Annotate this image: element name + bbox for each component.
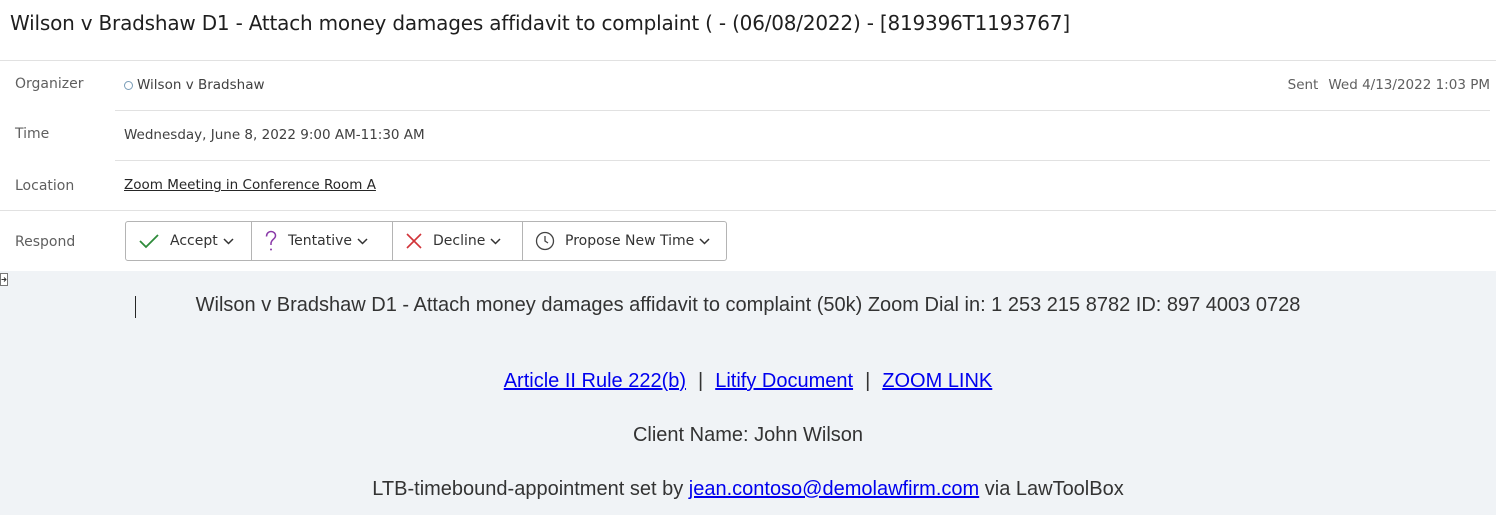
time-value: Wednesday, June 8, 2022 9:00 AM-11:30 AM — [124, 127, 425, 143]
propose-new-time-button[interactable]: Propose New Time — [523, 222, 726, 260]
ltb-line: LTB-timebound-appointment set by jean.co… — [0, 478, 1496, 501]
accept-label: Accept — [170, 233, 218, 249]
divider — [115, 110, 1490, 111]
ltb-suffix: via LawToolBox — [984, 478, 1124, 500]
chevron-down-icon — [357, 237, 368, 245]
link-separator: | — [698, 370, 704, 392]
links-line: Article II Rule 222(b) | Litify Document | Z… — [0, 370, 1496, 393]
sent-label: Sent — [1287, 77, 1319, 93]
anchor-icon — [0, 273, 8, 286]
divider — [0, 60, 1496, 61]
presence-icon — [124, 80, 133, 90]
organizer-label: Organizer — [15, 76, 84, 92]
meeting-subject: Wilson v Bradshaw D1 - Attach money dama… — [10, 11, 1070, 35]
chevron-down-icon — [223, 237, 234, 245]
respond-label: Respond — [15, 234, 76, 250]
body-line-1: Wilson v Bradshaw D1 - Attach money dama… — [195, 294, 1301, 316]
article-rule-link[interactable]: Article II Rule 222(b) — [504, 370, 686, 392]
accept-button[interactable]: Accept — [126, 222, 252, 260]
zoom-link[interactable]: ZOOM LINK — [882, 370, 992, 392]
ltb-prefix: LTB-timebound-appointment set by — [372, 478, 684, 500]
sent-value: Wed 4/13/2022 1:03 PM — [1328, 77, 1490, 93]
tentative-button[interactable]: Tentative — [252, 222, 393, 260]
link-separator: | — [865, 370, 871, 392]
client-name: Client Name: John Wilson — [632, 424, 864, 446]
decline-label: Decline — [433, 233, 486, 249]
check-icon — [139, 234, 159, 249]
divider — [0, 210, 1496, 211]
organizer-name: Wilson v Bradshaw — [137, 77, 265, 93]
litify-document-link[interactable]: Litify Document — [715, 370, 853, 392]
chevron-down-icon — [699, 237, 710, 245]
time-label: Time — [15, 126, 50, 142]
organizer[interactable]: Wilson v Bradshaw — [124, 77, 265, 93]
x-icon — [406, 233, 422, 249]
clock-icon — [535, 231, 555, 251]
question-icon — [265, 230, 277, 251]
sent-info: Sent Wed 4/13/2022 1:03 PM — [1288, 77, 1490, 93]
divider — [115, 160, 1490, 161]
propose-label: Propose New Time — [565, 233, 695, 249]
email-link[interactable]: jean.contoso@demolawfirm.com — [689, 478, 979, 500]
location-label: Location — [15, 178, 75, 194]
tentative-label: Tentative — [288, 233, 353, 249]
chevron-down-icon — [490, 237, 501, 245]
location-link[interactable]: Zoom Meeting in Conference Room A — [124, 177, 376, 193]
respond-toolbar: Accept Tentative Decline Propose New Tim… — [125, 221, 727, 261]
decline-button[interactable]: Decline — [393, 222, 523, 260]
